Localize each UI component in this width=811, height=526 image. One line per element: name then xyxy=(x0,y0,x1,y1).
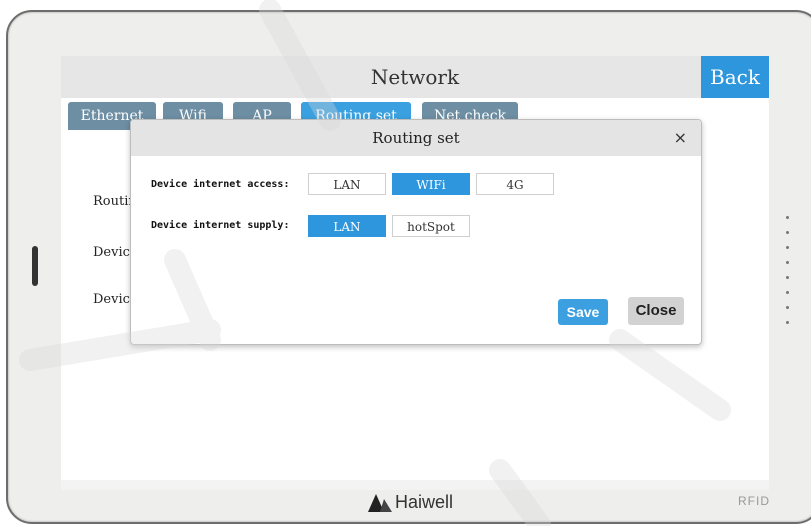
close-button[interactable]: Close xyxy=(628,297,684,325)
back-button[interactable]: Back xyxy=(701,56,769,98)
access-option-lan[interactable]: LAN xyxy=(308,173,386,195)
internet-access-label: Device internet access: xyxy=(151,179,290,190)
routing-label: Routing xyxy=(93,194,133,209)
save-button[interactable]: Save xyxy=(558,299,608,325)
access-option-wifi[interactable]: WIFi xyxy=(392,173,470,195)
brand-logo: Haiwell xyxy=(367,488,453,516)
routing-set-dialog: Routing set × Device internet access: LA… xyxy=(130,119,702,345)
title-bar: Network Back xyxy=(61,56,769,98)
rfid-mark: RFID xyxy=(738,494,770,508)
camera-dots xyxy=(785,216,793,336)
device-label-1: Device xyxy=(93,245,133,260)
page-title: Network xyxy=(370,65,460,89)
dialog-title: Routing set xyxy=(131,120,701,156)
brand-name: Haiwell xyxy=(395,492,454,512)
device-label-2: Device xyxy=(93,292,133,307)
supply-option-lan[interactable]: LAN xyxy=(308,215,386,237)
internet-supply-label: Device internet supply: xyxy=(151,220,290,231)
close-icon[interactable]: × xyxy=(674,120,687,156)
side-hardware-button xyxy=(32,246,38,286)
supply-option-hotspot[interactable]: hotSpot xyxy=(392,215,470,237)
access-option-4g[interactable]: 4G xyxy=(476,173,554,195)
haiwell-logo-icon xyxy=(368,494,392,513)
